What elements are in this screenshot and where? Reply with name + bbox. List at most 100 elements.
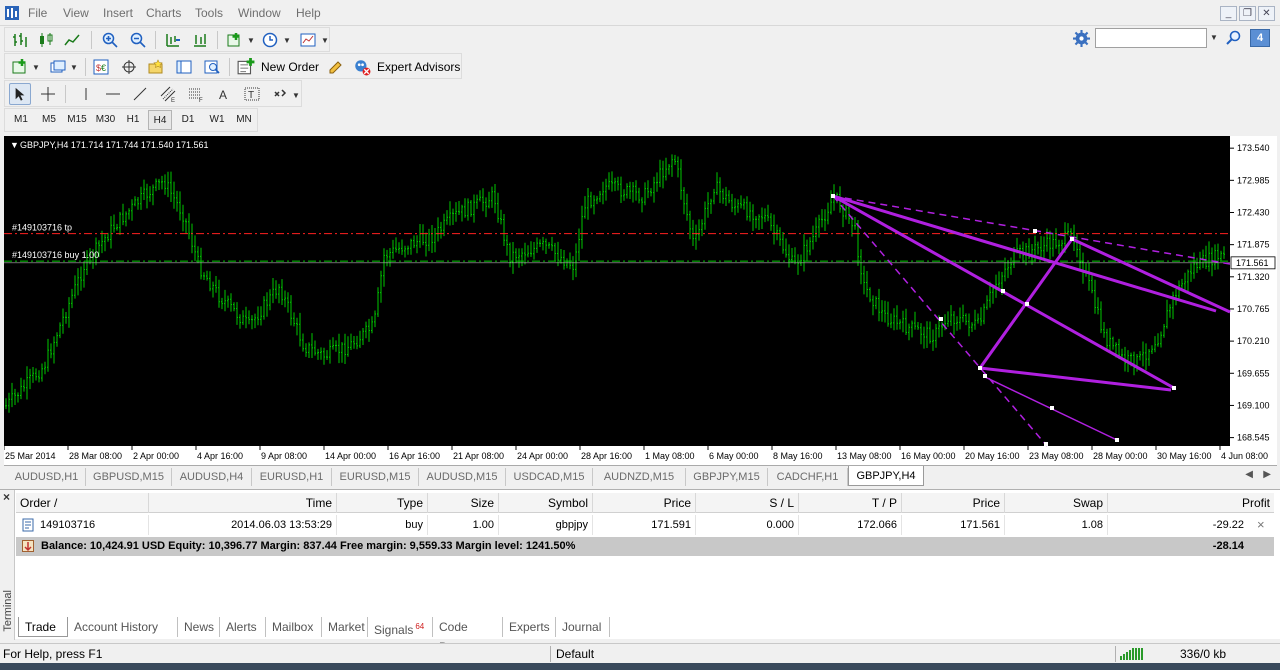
chart-tab-eurusd-h1[interactable]: EURUSD,H1 xyxy=(252,468,332,486)
menu-tools[interactable]: Tools xyxy=(195,6,223,20)
templates-button[interactable] xyxy=(297,29,319,51)
chart-tab-audnzd-m15[interactable]: AUDNZD,M15 xyxy=(593,468,686,486)
connection-bars-icon[interactable] xyxy=(1120,648,1144,660)
periods-dropdown-icon[interactable]: ▼ xyxy=(283,36,291,45)
vertical-line-button[interactable] xyxy=(75,83,97,105)
terminal-tab-journal[interactable]: Journal xyxy=(556,617,610,637)
minimize-button[interactable]: _ xyxy=(1220,6,1237,21)
metaeditor-button[interactable] xyxy=(325,56,347,78)
tf-h1-button[interactable]: H1 xyxy=(122,110,144,130)
tabs-scroll-left-icon[interactable]: ◀ xyxy=(1245,469,1253,480)
terminal-close-icon[interactable]: × xyxy=(3,490,10,504)
menu-file[interactable]: File xyxy=(28,6,47,20)
text-label-button[interactable]: T xyxy=(241,83,263,105)
chart-tab-usdcad-m15[interactable]: USDCAD,M15 xyxy=(506,468,593,486)
terminal-tab-experts[interactable]: Experts xyxy=(503,617,556,637)
cursor-button[interactable] xyxy=(9,83,31,105)
col-size[interactable]: Size xyxy=(428,493,499,513)
tf-d1-button[interactable]: D1 xyxy=(176,110,200,130)
equidistant-channel-button[interactable]: E xyxy=(157,83,179,105)
chart-tab-gbpusd-m15[interactable]: GBPUSD,M15 xyxy=(86,468,172,486)
chart-tab-audusd-h4[interactable]: AUDUSD,H4 xyxy=(172,468,252,486)
close-button[interactable]: ✕ xyxy=(1258,6,1275,21)
table-row[interactable]: 149103716 2014.06.03 13:53:29 buy 1.00 g… xyxy=(16,515,1274,535)
menu-charts[interactable]: Charts xyxy=(146,6,181,20)
chart-tab-audusd-m15[interactable]: AUDUSD,M15 xyxy=(419,468,506,486)
terminal-tab-code-base[interactable]: Code Base xyxy=(433,617,503,654)
menu-window[interactable]: Window xyxy=(238,6,281,20)
indicators-dropdown-icon[interactable]: ▼ xyxy=(247,36,255,45)
crosshair-button[interactable] xyxy=(37,83,59,105)
col-type[interactable]: Type xyxy=(337,493,428,513)
search-icon[interactable] xyxy=(1226,30,1242,46)
profiles-button[interactable] xyxy=(47,56,69,78)
navigator-button[interactable] xyxy=(145,56,167,78)
fibonacci-button[interactable]: F xyxy=(185,83,207,105)
search-dropdown-icon[interactable]: ▼ xyxy=(1210,33,1218,42)
price-chart[interactable]: ▼ GBPJPY,H4 171.714 171.744 171.540 171.… xyxy=(4,136,1277,465)
new-chart-button[interactable] xyxy=(9,56,31,78)
autoscroll-button[interactable] xyxy=(189,29,211,51)
tf-m30-button[interactable]: M30 xyxy=(92,110,119,130)
terminal-tab-alerts[interactable]: Alerts xyxy=(220,617,266,637)
chart-shift-button[interactable] xyxy=(162,29,184,51)
col-current-price[interactable]: Price xyxy=(902,493,1005,513)
gear-icon[interactable] xyxy=(1073,30,1090,47)
text-button[interactable]: A xyxy=(213,83,235,105)
col-sl[interactable]: S / L xyxy=(696,493,799,513)
arrows-dropdown-icon[interactable]: ▼ xyxy=(292,91,300,100)
chart-tab-gbpjpy-h4[interactable]: GBPJPY,H4 xyxy=(848,466,924,486)
menu-view[interactable]: View xyxy=(63,6,89,20)
col-symbol[interactable]: Symbol xyxy=(499,493,593,513)
search-input[interactable] xyxy=(1095,28,1207,48)
order-tp[interactable]: 172.066 xyxy=(799,515,902,535)
col-profit[interactable]: Profit xyxy=(1108,493,1274,513)
col-swap[interactable]: Swap xyxy=(1005,493,1108,513)
restore-button[interactable]: ❐ xyxy=(1239,6,1256,21)
order-sl[interactable]: 0.000 xyxy=(696,515,799,535)
periods-button[interactable] xyxy=(259,29,281,51)
tf-m15-button[interactable]: M15 xyxy=(64,110,90,130)
col-price[interactable]: Price xyxy=(593,493,696,513)
market-watch-button[interactable]: $ € xyxy=(90,56,112,78)
tf-w1-button[interactable]: W1 xyxy=(204,110,230,130)
menu-insert[interactable]: Insert xyxy=(103,6,133,20)
data-window-button[interactable] xyxy=(118,56,140,78)
chart-window[interactable]: ▼ GBPJPY,H4 171.714 171.744 171.540 171.… xyxy=(4,136,1277,465)
bar-chart-button[interactable] xyxy=(9,29,31,51)
chart-header-arrow-icon[interactable]: ▼ xyxy=(10,140,19,150)
horizontal-line-button[interactable] xyxy=(102,83,124,105)
terminal-tab-account-history[interactable]: Account History xyxy=(68,617,178,637)
col-time[interactable]: Time xyxy=(149,493,337,513)
terminal-tab-mailbox[interactable]: Mailbox xyxy=(266,617,322,637)
candlestick-button[interactable] xyxy=(35,29,57,51)
tf-m1-button[interactable]: M1 xyxy=(9,110,33,130)
terminal-tab-signals[interactable]: Signals 64 xyxy=(368,617,433,637)
tabs-scroll-right-icon[interactable]: ▶ xyxy=(1263,469,1271,480)
arrows-button[interactable] xyxy=(269,83,291,105)
tf-h4-button[interactable]: H4 xyxy=(148,110,172,130)
tf-mn-button[interactable]: MN xyxy=(232,110,256,130)
zoom-in-button[interactable] xyxy=(99,29,121,51)
close-order-icon[interactable]: × xyxy=(1257,517,1265,532)
notifications-badge[interactable]: 4 xyxy=(1250,29,1270,47)
chart-plot-area[interactable] xyxy=(4,136,1230,446)
menu-help[interactable]: Help xyxy=(296,6,321,20)
tf-m5-button[interactable]: M5 xyxy=(37,110,61,130)
profiles-dropdown-icon[interactable]: ▼ xyxy=(70,63,78,72)
terminal-tab-market[interactable]: Market xyxy=(322,617,368,637)
chart-tab-eurusd-m15[interactable]: EURUSD,M15 xyxy=(332,468,419,486)
chart-tab-cadchf-h1[interactable]: CADCHF,H1 xyxy=(768,468,848,486)
indicators-button[interactable] xyxy=(224,29,246,51)
new-chart-dropdown-icon[interactable]: ▼ xyxy=(32,63,40,72)
strategy-tester-button[interactable] xyxy=(201,56,223,78)
chart-tab-audusd-h1[interactable]: AUDUSD,H1 xyxy=(8,468,86,486)
col-order[interactable]: Order / xyxy=(16,493,149,513)
line-chart-button[interactable] xyxy=(61,29,83,51)
chart-tab-gbpjpy-m15[interactable]: GBPJPY,M15 xyxy=(686,468,768,486)
new-order-button[interactable]: New Order xyxy=(237,56,322,78)
terminal-tab-trade[interactable]: Trade xyxy=(18,617,68,637)
terminal-button[interactable] xyxy=(173,56,195,78)
status-profile[interactable]: Default xyxy=(556,644,594,664)
expert-advisors-button[interactable]: Expert Advisors xyxy=(353,56,461,78)
